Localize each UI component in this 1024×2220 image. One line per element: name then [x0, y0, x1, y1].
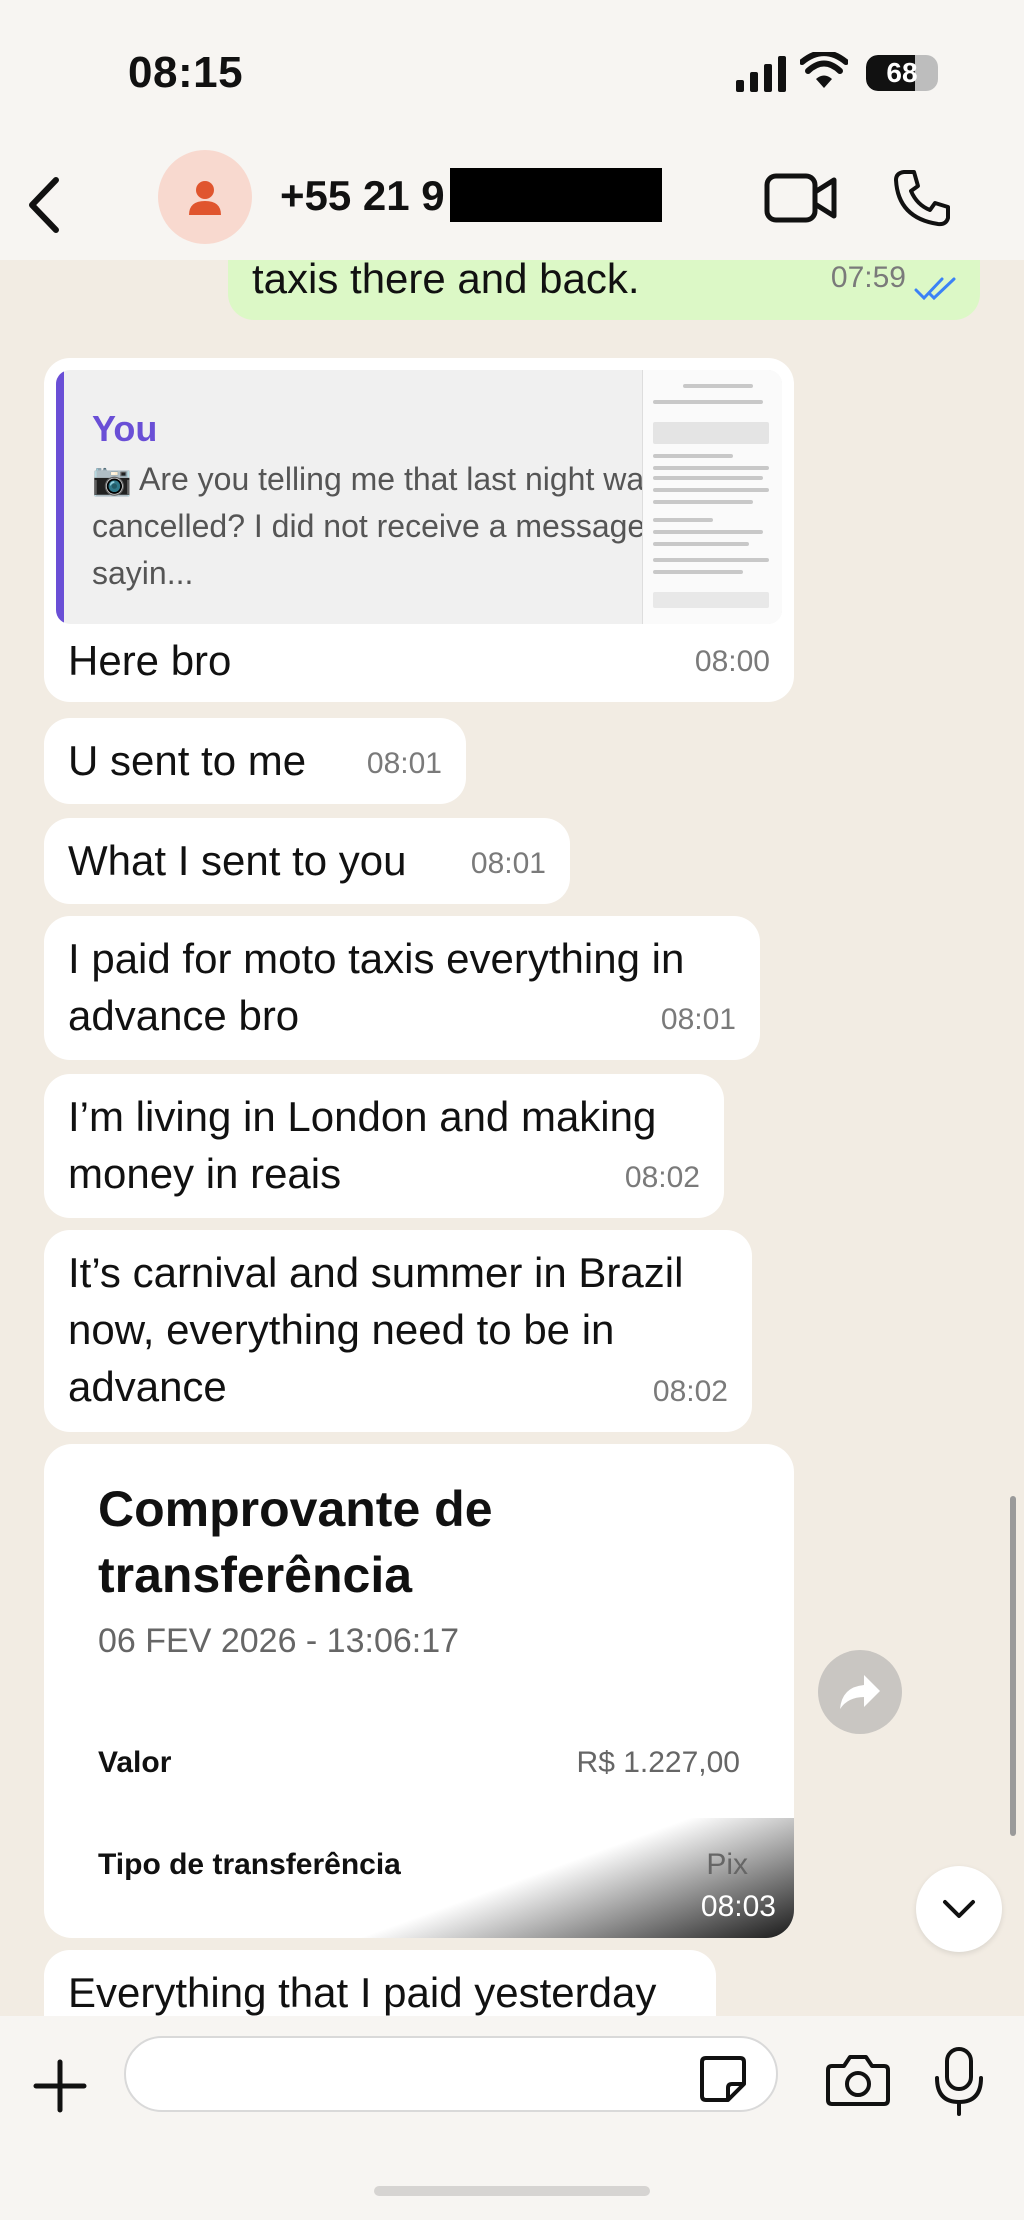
- message-bubble[interactable]: I’m living in London and making money in…: [44, 1074, 724, 1218]
- message-time: 08:00: [694, 645, 770, 678]
- message-time: 08:01: [470, 847, 546, 880]
- message-time: 07:59: [830, 261, 906, 294]
- message-time: 08:02: [652, 1375, 728, 1408]
- message-text: taxis there and back.: [252, 260, 640, 302]
- message-time: 08:01: [660, 1003, 736, 1036]
- wifi-icon: [800, 52, 848, 88]
- message-text: I’m living in London and making money in…: [68, 1093, 657, 1197]
- camera-icon[interactable]: [826, 2052, 890, 2108]
- avatar[interactable]: [158, 150, 252, 244]
- avatar-person-icon: [189, 181, 221, 215]
- message-time: 08:02: [624, 1161, 700, 1194]
- quote-thumbnail: [642, 370, 782, 624]
- quote-text: 📷 Are you telling me that last night was…: [92, 461, 661, 591]
- signal-icon: [736, 56, 786, 92]
- receipt-row-label: Tipo de transferência: [98, 1848, 401, 1881]
- status-time: 08:15: [128, 48, 244, 97]
- composer-bar: [0, 2016, 1024, 2220]
- chevron-down-icon: [943, 1900, 975, 1918]
- contact-name[interactable]: +55 21 9: [280, 172, 445, 220]
- redaction-block: [450, 168, 662, 222]
- message-text: Here bro: [68, 637, 232, 684]
- receipt-row-label: Valor: [98, 1746, 172, 1779]
- receipt-row-value: R$ 1.227,00: [576, 1746, 740, 1779]
- scroll-to-bottom-button[interactable]: [916, 1866, 1002, 1952]
- message-text: U sent to me: [68, 737, 307, 784]
- mic-icon[interactable]: [932, 2046, 986, 2116]
- quote-author: You: [92, 408, 158, 449]
- status-bar: 08:15 68: [0, 0, 1024, 150]
- sticker-icon[interactable]: [698, 2054, 748, 2104]
- forward-icon: [840, 1675, 880, 1709]
- receipt-row-value: Pix: [706, 1848, 748, 1881]
- message-time: 08:03: [700, 1890, 776, 1923]
- message-bubble[interactable]: Everything that I paid yesterday: [44, 1950, 716, 2016]
- message-bubble[interactable]: You 📷 Are you telling me that last night…: [44, 358, 794, 702]
- phone-call-icon[interactable]: [892, 168, 952, 228]
- video-call-icon[interactable]: [764, 170, 838, 226]
- message-bubble[interactable]: U sent to me 08:01: [44, 718, 466, 804]
- chat-area[interactable]: taxis there and back. 07:59 You 📷 Are yo…: [0, 260, 1024, 2016]
- chat-header: +55 21 9: [0, 150, 1024, 260]
- receipt-date: 06 FEV 2026 - 13:06:17: [98, 1622, 460, 1660]
- home-indicator: [374, 2186, 650, 2196]
- quoted-message[interactable]: You 📷 Are you telling me that last night…: [56, 370, 782, 624]
- message-bubble[interactable]: I paid for moto taxis everything in adva…: [44, 916, 760, 1060]
- message-text: I paid for moto taxis everything in adva…: [68, 935, 685, 1039]
- message-text: It’s carnival and summer in Brazil now, …: [68, 1249, 684, 1410]
- read-receipt-icon: [914, 277, 956, 301]
- message-time: 08:01: [366, 747, 442, 780]
- forward-button[interactable]: [818, 1650, 902, 1734]
- battery-level: 68: [886, 57, 918, 88]
- message-bubble[interactable]: taxis there and back. 07:59: [228, 260, 980, 320]
- plus-icon[interactable]: [30, 2056, 90, 2116]
- message-text: Everything that I paid yesterday: [68, 1969, 657, 2016]
- message-bubble[interactable]: What I sent to you 08:01: [44, 818, 570, 904]
- receipt-image-message[interactable]: Comprovante de transferência 06 FEV 2026…: [44, 1444, 794, 1938]
- receipt-title: Comprovante de transferência: [98, 1481, 493, 1603]
- message-text: What I sent to you: [68, 837, 407, 884]
- message-input[interactable]: [124, 2036, 778, 2112]
- battery-icon: 68: [866, 55, 938, 91]
- scrollbar[interactable]: [1010, 1496, 1016, 1836]
- message-bubble[interactable]: It’s carnival and summer in Brazil now, …: [44, 1230, 752, 1432]
- back-icon[interactable]: [16, 170, 76, 240]
